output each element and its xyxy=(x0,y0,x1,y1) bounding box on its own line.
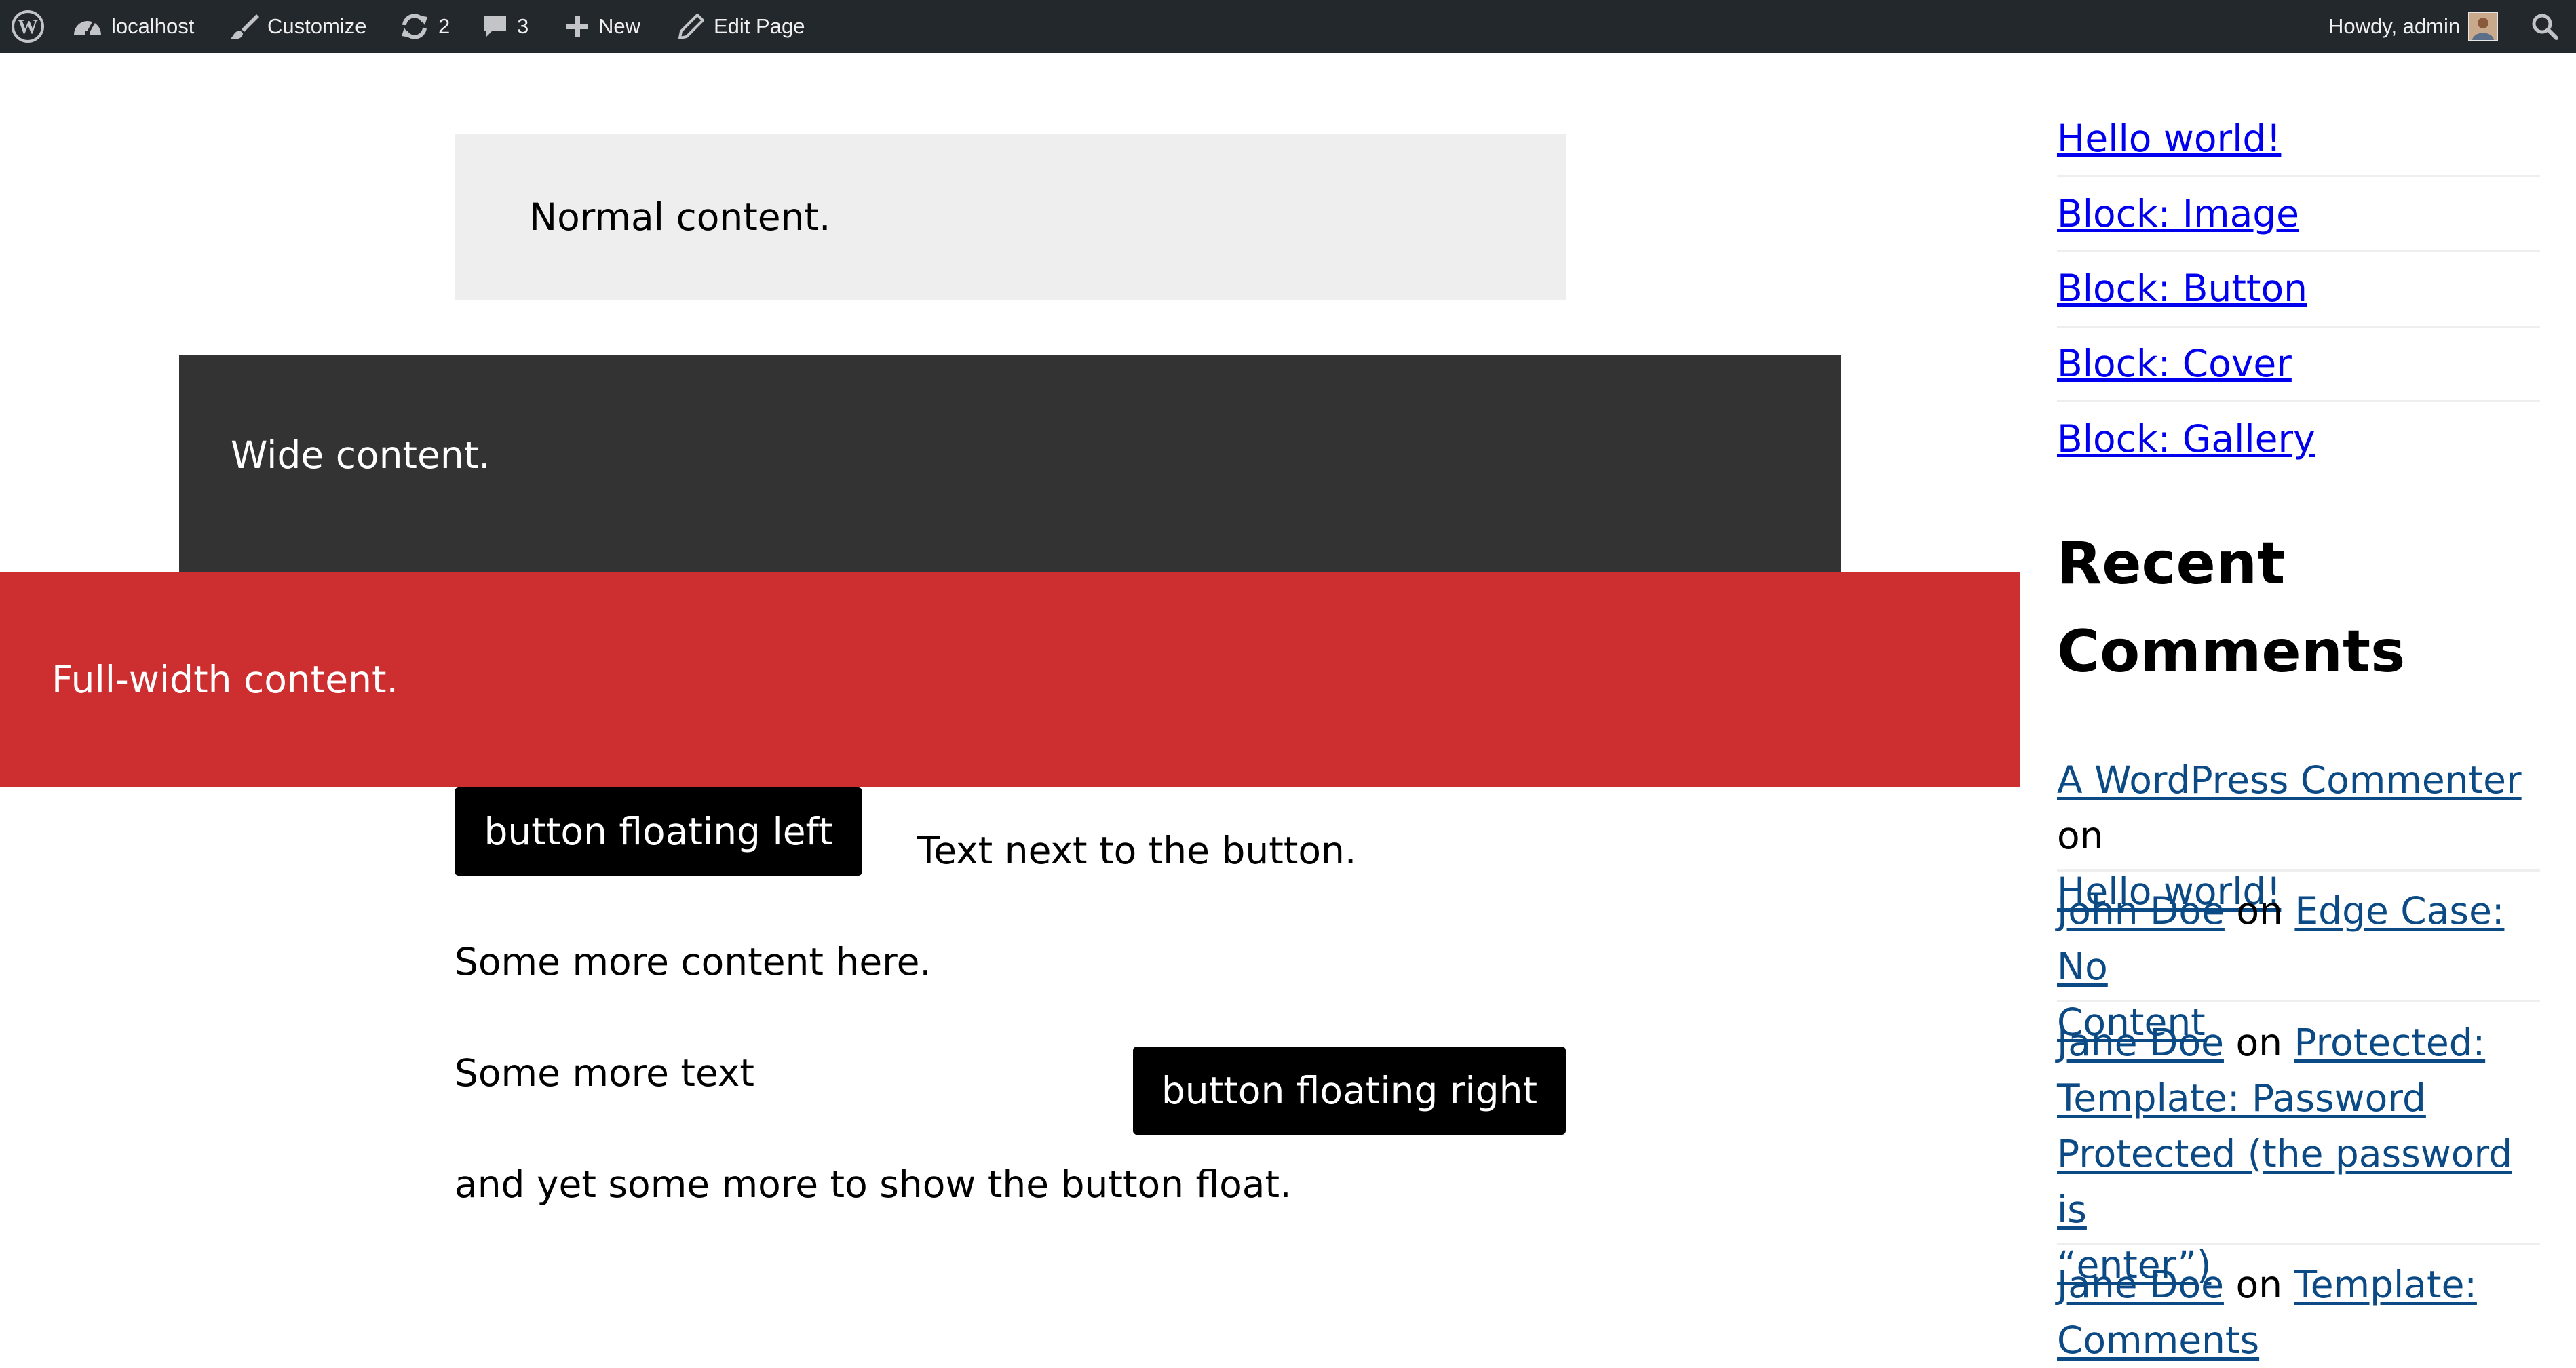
divider xyxy=(2057,175,2540,177)
dashboard-icon xyxy=(72,13,103,40)
comment-author-link[interactable]: Jane Doe xyxy=(2057,1021,2224,1064)
comment-post-link[interactable]: Comments xyxy=(2057,1318,2259,1362)
customize-link[interactable]: Customize xyxy=(229,0,366,53)
button-floating-right[interactable]: button floating right xyxy=(1133,1047,1566,1135)
recent-comment-item: Jane Doe on Template: Comments xyxy=(2057,1257,2540,1368)
new-label: New xyxy=(598,14,641,38)
comment-author-link[interactable]: Jane Doe xyxy=(2057,1263,2224,1306)
recent-comments-heading-line: Recent xyxy=(2057,530,2286,598)
refresh-icon xyxy=(399,12,430,41)
paintbrush-icon xyxy=(229,12,259,41)
search-icon xyxy=(2531,12,2559,41)
wide-content-text: Wide content. xyxy=(231,433,491,477)
comment-author-link[interactable]: A WordPress Commenter xyxy=(2057,758,2522,802)
button-floating-left[interactable]: button floating left xyxy=(455,787,862,876)
svg-text:W: W xyxy=(18,16,38,38)
divider xyxy=(2057,250,2540,252)
comment-on-text: on xyxy=(2236,889,2283,933)
full-width-content-block: Full-width content. xyxy=(0,572,2020,787)
comment-on-text: on xyxy=(2235,1263,2282,1306)
more-content-paragraph: Some more content here. xyxy=(455,940,931,983)
comments-count: 3 xyxy=(517,14,529,38)
yet-more-paragraph: and yet some more to show the button flo… xyxy=(455,1162,1292,1206)
recent-post-link[interactable]: Block: Image xyxy=(2057,192,2540,235)
comment-post-link[interactable]: Protected: xyxy=(2294,1021,2485,1064)
comments-link[interactable]: 3 xyxy=(482,0,528,53)
comment-post-link[interactable]: Protected (the password is xyxy=(2057,1132,2512,1231)
updates-link[interactable]: 2 xyxy=(399,0,450,53)
comment-author-link[interactable]: John Doe xyxy=(2057,889,2225,933)
recent-comment-item: Jane Doe on Protected: Template: Passwor… xyxy=(2057,1015,2540,1293)
comment-on-text: on xyxy=(2235,1021,2282,1064)
divider xyxy=(2057,869,2540,872)
wordpress-menu[interactable]: W xyxy=(11,0,45,53)
divider xyxy=(2057,1243,2540,1245)
normal-content-text: Normal content. xyxy=(529,195,831,239)
recent-post-link[interactable]: Hello world! xyxy=(2057,117,2540,160)
recent-comments-heading-line: Comments xyxy=(2057,618,2406,686)
site-name-menu[interactable]: localhost xyxy=(72,0,194,53)
edit-page-label: Edit Page xyxy=(714,14,805,38)
recent-comments-heading: Recent Comments xyxy=(2057,520,2540,696)
new-content-menu[interactable]: New xyxy=(564,0,640,53)
divider xyxy=(2057,400,2540,402)
search-button[interactable] xyxy=(2531,0,2559,53)
pencil-icon xyxy=(677,12,706,41)
comment-post-link[interactable]: Template: xyxy=(2294,1263,2477,1306)
comment-post-link[interactable]: Template: Password xyxy=(2057,1076,2426,1120)
admin-bar: W localhost Customize 2 3 New Edit Page … xyxy=(0,0,2576,53)
text-next-to-button: Text next to the button. xyxy=(917,829,1357,872)
updates-count: 2 xyxy=(438,14,450,38)
wordpress-logo-icon: W xyxy=(11,9,45,43)
button-floating-right-label: button floating right xyxy=(1161,1069,1538,1112)
plus-icon xyxy=(564,14,590,39)
my-account-menu[interactable]: Howdy, admin xyxy=(2328,0,2499,53)
full-width-content-text: Full-width content. xyxy=(52,658,399,701)
recent-post-link[interactable]: Block: Gallery xyxy=(2057,417,2540,461)
recent-post-link[interactable]: Block: Button xyxy=(2057,267,2540,310)
normal-content-block: Normal content. xyxy=(455,134,1566,300)
speech-bubble-icon xyxy=(482,13,509,40)
customize-label: Customize xyxy=(267,14,367,38)
wide-content-block: Wide content. xyxy=(179,355,1841,572)
avatar xyxy=(2468,12,2499,41)
button-floating-left-label: button floating left xyxy=(484,810,833,853)
more-text-paragraph: Some more text xyxy=(455,1051,754,1095)
recent-post-link[interactable]: Block: Cover xyxy=(2057,342,2540,385)
comment-on-text: on xyxy=(2057,814,2104,857)
howdy-label: Howdy, admin xyxy=(2328,14,2461,38)
divider xyxy=(2057,1000,2540,1002)
divider xyxy=(2057,326,2540,328)
site-name-label: localhost xyxy=(111,14,195,38)
edit-page-link[interactable]: Edit Page xyxy=(677,0,805,53)
